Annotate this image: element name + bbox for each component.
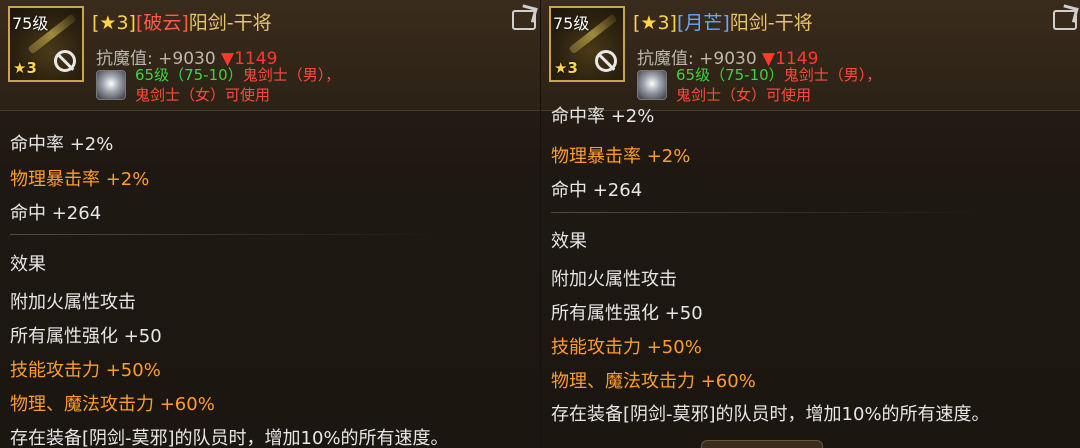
item-title: [★3][破云]阳剑-干将 (92, 8, 272, 35)
item-level-badge: 75级 (553, 14, 590, 33)
effect-line: 技能攻击力 +50% (10, 360, 161, 381)
title-tag: [月芒] (676, 12, 730, 34)
divider (10, 234, 450, 235)
effect-line: 所有属性强化 +50 (10, 326, 162, 347)
stat-line: 物理暴击率 +2% (551, 146, 691, 167)
required-class-1: 鬼剑士（男）， (242, 66, 341, 84)
effect-line: 所有属性强化 +50 (551, 303, 703, 324)
title-name: 阳剑-干将 (729, 12, 813, 34)
required-class-1: 鬼剑士（男）， (783, 66, 882, 84)
title-star-prefix: [★3] (92, 12, 136, 34)
item-title: [★3][月芒]阳剑-干将 (633, 8, 813, 35)
requirement-line-1: 65级（75-10）鬼剑士（男）， (676, 64, 881, 85)
forbidden-icon (595, 50, 617, 72)
effect-line: 物理、魔法攻击力 +60% (551, 371, 756, 392)
tooltip-header: 75级 ★3 [★3][破云]阳剑-干将 抗魔值: +9030 ▼1149 65… (0, 0, 540, 111)
item-slot[interactable]: 75级 ★3 (549, 6, 625, 82)
forbidden-icon (54, 50, 76, 72)
effect-line: 附加火属性攻击 (551, 269, 677, 290)
bottom-tab-button[interactable] (701, 440, 823, 448)
divider (551, 212, 991, 213)
effect-line: 物理、魔法攻击力 +60% (10, 394, 215, 415)
stat-line: 命中率 +2% (10, 134, 114, 155)
requirement-line-1: 65级（75-10）鬼剑士（男）， (135, 64, 340, 85)
item-tooltip-right: 75级 ★3 [★3][月芒]阳剑-干将 抗魔值: +9030 ▼1149 65… (540, 0, 1080, 448)
star-badge: ★3 (13, 59, 37, 77)
star-badge: ★3 (554, 59, 578, 77)
gem-icon (96, 70, 126, 100)
stat-line: 物理暴击率 +2% (10, 169, 150, 190)
effect-line: 技能攻击力 +50% (551, 337, 702, 358)
tooltip-header: 75级 ★3 [★3][月芒]阳剑-干将 抗魔值: +9030 ▼1149 65… (541, 0, 1080, 111)
required-level: 65级（75-10） (135, 66, 243, 84)
required-level: 65级（75-10） (676, 66, 784, 84)
effect-title: 效果 (551, 231, 587, 252)
effect-title: 效果 (10, 254, 46, 275)
title-star-prefix: [★3] (633, 12, 677, 34)
required-class-2: 鬼剑士（女）可使用 (135, 86, 271, 104)
effect-line: 附加火属性攻击 (10, 292, 136, 313)
item-tooltip-left: 75级 ★3 [★3][破云]阳剑-干将 抗魔值: +9030 ▼1149 65… (0, 0, 540, 448)
title-name: 阳剑-干将 (188, 12, 272, 34)
gem-icon (637, 70, 667, 100)
stat-line: 命中 +264 (10, 203, 102, 224)
share-icon[interactable] (512, 10, 536, 30)
share-icon[interactable] (1053, 10, 1077, 30)
stat-line: 命中率 +2% (551, 106, 655, 127)
effect-line: 存在装备[阴剑-莫邪]的队员时，增加10%的所有速度。 (10, 428, 449, 448)
title-tag: [破云] (135, 12, 189, 34)
item-level-badge: 75级 (12, 14, 49, 33)
stat-line: 命中 +264 (551, 180, 643, 201)
effect-line: 存在装备[阴剑-莫邪]的队员时，增加10%的所有速度。 (551, 404, 990, 425)
required-class-2: 鬼剑士（女）可使用 (676, 86, 812, 104)
item-slot[interactable]: 75级 ★3 (8, 6, 84, 82)
